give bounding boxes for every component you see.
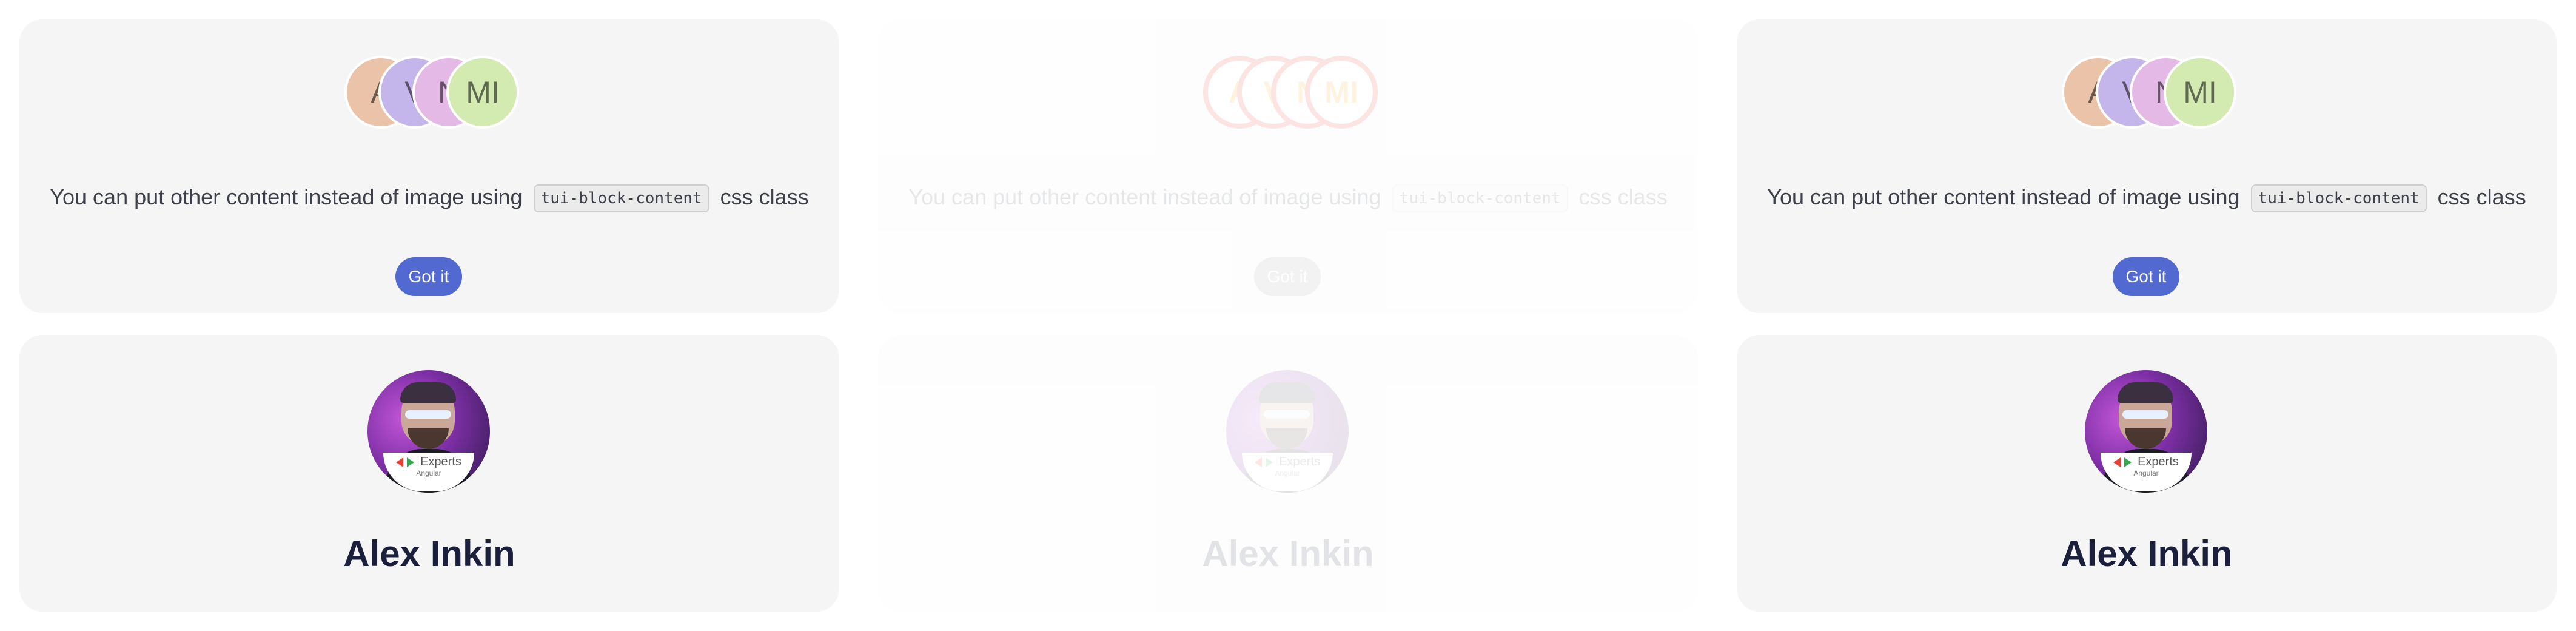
profile-avatar: Experts Angular: [1226, 370, 1349, 493]
gde-logo-icon: [396, 457, 417, 468]
avatar-stack-card: A V N MI You can put other content inste…: [878, 19, 1698, 313]
badge-title: Experts: [1279, 455, 1320, 468]
profile-name: Alex Inkin: [1202, 533, 1374, 574]
badge-subtitle: Angular: [1275, 469, 1300, 477]
badge-title: Experts: [2138, 455, 2179, 468]
content-description: You can put other content instead of ima…: [1737, 184, 2557, 213]
code-chip: tui-block-content: [2250, 184, 2427, 213]
content-text-after: css class: [720, 184, 809, 209]
content-text-after: css class: [1578, 184, 1668, 209]
badge-title: Experts: [420, 455, 461, 468]
demo-column-right: A V N MI You can put other content inste…: [1737, 0, 2576, 631]
demo-column-left: A V N MI You can put other content inste…: [19, 0, 859, 631]
avatar: MI: [2164, 56, 2236, 129]
profile-name: Alex Inkin: [2061, 533, 2233, 574]
profile-card: Experts Angular Alex Inkin: [878, 335, 1698, 612]
profile-avatar: Experts Angular: [2085, 370, 2207, 493]
got-it-button[interactable]: Got it: [2113, 257, 2179, 296]
content-description: You can put other content instead of ima…: [878, 184, 1698, 213]
avatar-stack-card: A V N MI You can put other content inste…: [1737, 19, 2557, 313]
profile-card: Experts Angular Alex Inkin: [19, 335, 839, 612]
profile-avatar: Experts Angular: [367, 370, 490, 493]
gde-logo-icon: [1255, 457, 1275, 468]
profile-card: Experts Angular Alex Inkin: [1737, 335, 2557, 612]
content-text-before: You can put other content instead of ima…: [1767, 184, 2240, 209]
demo-column-middle: A V N MI You can put other content inste…: [878, 0, 1717, 631]
profile-name: Alex Inkin: [343, 533, 515, 574]
content-text-before: You can put other content instead of ima…: [908, 184, 1381, 209]
code-chip: tui-block-content: [1392, 184, 1568, 213]
got-it-button[interactable]: Got it: [395, 257, 462, 296]
avatar: MI: [446, 56, 519, 129]
avatar-stack: A V N MI: [1203, 56, 1385, 129]
content-text-after: css class: [2437, 184, 2526, 209]
content-description: You can put other content instead of ima…: [19, 184, 839, 213]
gde-logo-icon: [2113, 457, 2134, 468]
avatar: MI: [1305, 56, 1378, 129]
content-text-before: You can put other content instead of ima…: [50, 184, 523, 209]
code-chip: tui-block-content: [533, 184, 709, 213]
avatar-stack-card: A V N MI You can put other content inste…: [19, 19, 839, 313]
badge-subtitle: Angular: [2133, 469, 2159, 477]
avatar-stack: A V N MI: [2062, 56, 2244, 129]
got-it-button[interactable]: Got it: [1254, 257, 1321, 296]
avatar-stack: A V N MI: [344, 56, 526, 129]
badge-subtitle: Angular: [416, 469, 441, 477]
